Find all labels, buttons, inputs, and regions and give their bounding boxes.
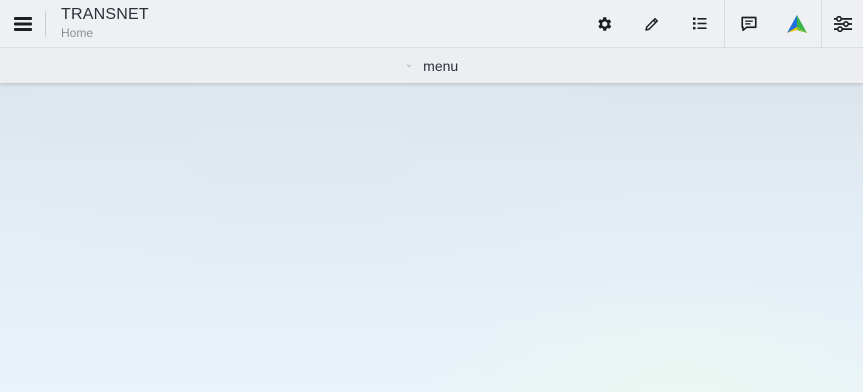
breadcrumb: Home (61, 26, 94, 40)
chevron-down-icon: ⌄ (404, 59, 414, 70)
top-app-bar: TRANSNET Home (0, 0, 863, 48)
chat-icon (741, 16, 757, 32)
app-logo-button[interactable] (773, 0, 821, 47)
title-block: TRANSNET Home (61, 6, 149, 41)
header-actions (580, 0, 863, 47)
list-button[interactable] (676, 0, 724, 47)
settings-button[interactable] (580, 0, 628, 47)
main-menu-button[interactable] (0, 10, 46, 37)
edit-icon (645, 17, 658, 31)
menu-icon (13, 16, 32, 31)
edit-button[interactable] (628, 0, 676, 47)
menu-bar: ⌄ menu (0, 48, 863, 83)
list-icon (693, 17, 707, 30)
filters-button[interactable] (822, 0, 863, 47)
filters-icon (833, 15, 852, 32)
chat-button[interactable] (725, 0, 773, 47)
app-title: TRANSNET (61, 6, 149, 23)
menu-toggle[interactable]: ⌄ menu (405, 58, 458, 74)
app-logo-icon (787, 14, 807, 33)
main-content-area (0, 83, 863, 392)
settings-icon (598, 16, 612, 31)
menu-label: menu (423, 57, 459, 74)
